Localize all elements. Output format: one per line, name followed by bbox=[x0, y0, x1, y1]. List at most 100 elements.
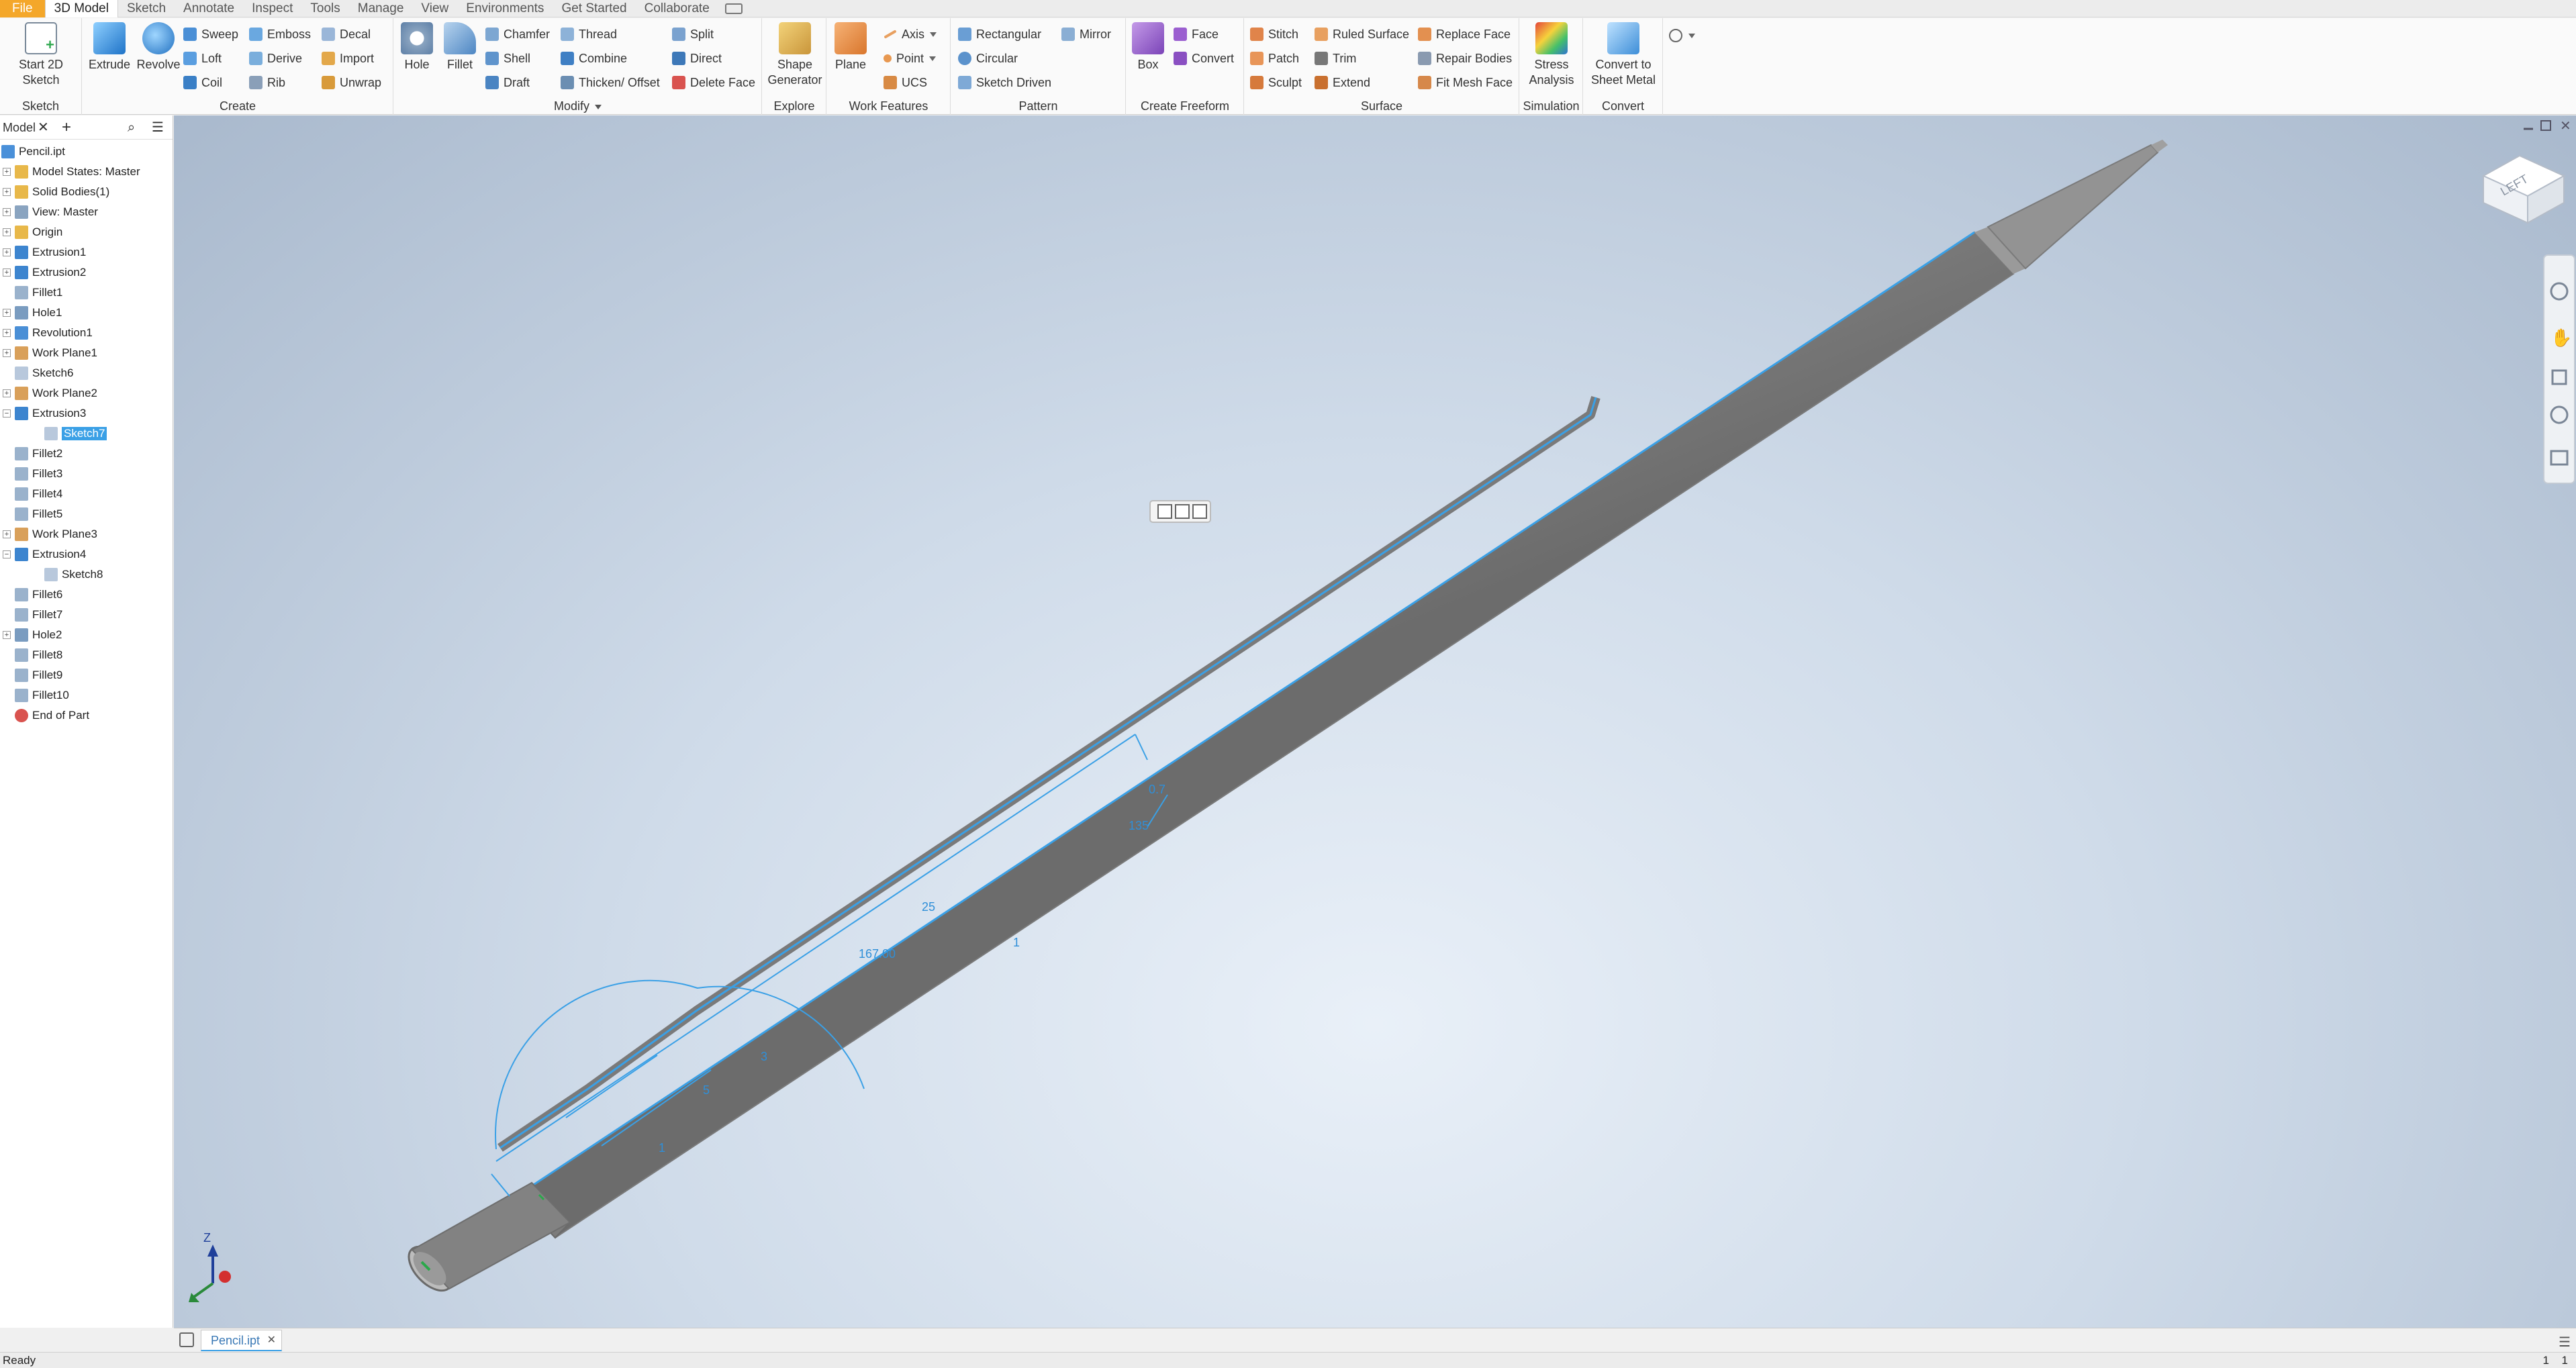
tab-annotate[interactable]: Annotate bbox=[175, 0, 243, 17]
shape-generator-button[interactable]: Shape Generator bbox=[765, 22, 824, 88]
decal-button[interactable]: Decal bbox=[322, 23, 371, 45]
tree-node[interactable]: + Hole1 bbox=[3, 303, 62, 322]
ribbon-display-options-icon[interactable] bbox=[724, 3, 743, 14]
tree-node[interactable]: Fillet3 bbox=[15, 465, 62, 483]
expand-toggle-icon[interactable]: − bbox=[3, 409, 11, 418]
tree-node[interactable]: + Work Plane3 bbox=[3, 525, 97, 544]
face-button[interactable]: Face bbox=[1174, 23, 1219, 45]
close-icon[interactable]: ✕ bbox=[38, 115, 49, 140]
tab-view[interactable]: View bbox=[412, 0, 457, 17]
tree-node[interactable]: Fillet2 bbox=[15, 444, 62, 463]
tree-node[interactable]: + View: Master bbox=[3, 203, 98, 222]
tree-node[interactable]: + Origin bbox=[3, 223, 62, 242]
tab-environments[interactable]: Environments bbox=[457, 0, 553, 17]
stress-analysis-button[interactable]: Stress Analysis bbox=[1523, 22, 1580, 88]
expand-toggle-icon[interactable]: + bbox=[3, 349, 11, 357]
expand-toggle-icon[interactable]: + bbox=[3, 389, 11, 397]
tab-tools[interactable]: Tools bbox=[301, 0, 348, 17]
pencil-body[interactable] bbox=[401, 140, 2168, 1298]
tree-node[interactable]: + Extrusion2 bbox=[3, 263, 86, 282]
tab-sketch[interactable]: Sketch bbox=[118, 0, 175, 17]
expand-toggle-icon[interactable]: + bbox=[3, 268, 11, 277]
pan-icon[interactable]: ✋ bbox=[2550, 328, 2572, 348]
menu-icon[interactable]: ☰ bbox=[2559, 1334, 2571, 1351]
maximize-icon[interactable] bbox=[2540, 120, 2551, 131]
dimension-icon[interactable] bbox=[1175, 504, 1190, 519]
tree-node[interactable]: − Extrusion3 bbox=[3, 404, 86, 423]
tree-node[interactable]: End of Part bbox=[15, 706, 89, 725]
trim-button[interactable]: Trim bbox=[1315, 48, 1356, 69]
tree-node[interactable]: + Hole2 bbox=[3, 626, 62, 644]
sketch-driven-pattern-button[interactable]: Sketch Driven bbox=[958, 72, 1051, 93]
expand-toggle-icon[interactable]: − bbox=[3, 550, 11, 558]
tab-manage[interactable]: Manage bbox=[349, 0, 413, 17]
repair-bodies-button[interactable]: Repair Bodies bbox=[1418, 48, 1512, 69]
search-icon[interactable]: ⌕ bbox=[128, 115, 135, 140]
convert-freeform-button[interactable]: Convert bbox=[1174, 48, 1234, 69]
expand-toggle-icon[interactable]: + bbox=[3, 309, 11, 317]
dimension-3[interactable]: 3 bbox=[761, 1050, 767, 1063]
chamfer-button[interactable]: Chamfer bbox=[485, 23, 550, 45]
extend-button[interactable]: Extend bbox=[1315, 72, 1370, 93]
expand-toggle-icon[interactable]: + bbox=[3, 329, 11, 337]
sculpt-button[interactable]: Sculpt bbox=[1250, 72, 1302, 93]
box-button[interactable]: Box bbox=[1129, 22, 1167, 72]
tab-inspect[interactable]: Inspect bbox=[243, 0, 301, 17]
ucs-button[interactable]: UCS bbox=[884, 72, 927, 93]
tree-node[interactable]: Fillet9 bbox=[15, 666, 62, 685]
add-tab-icon[interactable]: + bbox=[62, 115, 71, 140]
thicken-offset-button[interactable]: Thicken/ Offset bbox=[561, 72, 660, 93]
tab-collaborate[interactable]: Collaborate bbox=[636, 0, 718, 17]
tree-node[interactable]: Fillet7 bbox=[15, 605, 62, 624]
dimension-25[interactable]: 25 bbox=[922, 900, 935, 914]
graphics-viewport[interactable]: 0.7 135 25 167.00 3 5 1 1 LEFT ✋ ✕ Z bbox=[174, 115, 2576, 1328]
menu-icon[interactable]: ☰ bbox=[152, 115, 164, 140]
tree-node[interactable]: Fillet8 bbox=[15, 646, 62, 665]
split-button[interactable]: Split bbox=[672, 23, 714, 45]
fit-mesh-face-button[interactable]: Fit Mesh Face bbox=[1418, 72, 1513, 93]
tree-node[interactable]: + Work Plane1 bbox=[3, 344, 97, 362]
direct-button[interactable]: Direct bbox=[672, 48, 722, 69]
dimension-135[interactable]: 135 bbox=[1129, 819, 1149, 832]
expand-toggle-icon[interactable]: + bbox=[3, 248, 11, 256]
close-icon[interactable]: ✕ bbox=[267, 1330, 276, 1351]
tree-node[interactable]: Pencil.ipt bbox=[1, 142, 65, 161]
unwrap-button[interactable]: Unwrap bbox=[322, 72, 381, 93]
rib-button[interactable]: Rib bbox=[249, 72, 285, 93]
revolve-button[interactable]: Revolve bbox=[132, 22, 185, 72]
patch-button[interactable]: Patch bbox=[1250, 48, 1299, 69]
plane-button[interactable]: Plane bbox=[830, 22, 871, 72]
delete-face-button[interactable]: Delete Face bbox=[672, 72, 755, 93]
axis-button[interactable]: Axis bbox=[884, 23, 937, 45]
fillet-button[interactable]: Fillet bbox=[438, 22, 481, 72]
document-tab-pencil[interactable]: Pencil.ipt ✕ bbox=[201, 1330, 283, 1351]
expand-toggle-icon[interactable]: + bbox=[3, 530, 11, 538]
derive-button[interactable]: Derive bbox=[249, 48, 302, 69]
thread-button[interactable]: Thread bbox=[561, 23, 617, 45]
hole-button[interactable]: Hole bbox=[397, 22, 437, 72]
tree-node[interactable]: + Extrusion1 bbox=[3, 243, 86, 262]
emboss-button[interactable]: Emboss bbox=[249, 23, 311, 45]
tree-node[interactable]: Fillet10 bbox=[15, 686, 69, 705]
tree-node[interactable]: + Solid Bodies(1) bbox=[3, 183, 109, 201]
tree-node[interactable]: Sketch7 bbox=[44, 424, 107, 443]
expand-toggle-icon[interactable]: + bbox=[3, 228, 11, 236]
draft-button[interactable]: Draft bbox=[485, 72, 530, 93]
start-2d-sketch-button[interactable]: + Start 2D Sketch bbox=[3, 22, 79, 88]
tree-node[interactable]: + Model States: Master bbox=[3, 162, 140, 181]
constraint-icon[interactable] bbox=[1192, 504, 1207, 519]
viewcube[interactable]: LEFT bbox=[2481, 154, 2566, 224]
dimension-1a[interactable]: 1 bbox=[659, 1141, 665, 1155]
tree-node[interactable]: Fillet6 bbox=[15, 585, 62, 604]
tree-node[interactable]: + Revolution1 bbox=[3, 324, 93, 342]
tab-3d-model[interactable]: 3D Model bbox=[44, 0, 118, 17]
shell-button[interactable]: Shell bbox=[485, 48, 530, 69]
dimension-5[interactable]: 5 bbox=[703, 1083, 710, 1097]
tree-node[interactable]: + Work Plane2 bbox=[3, 384, 97, 403]
tree-node[interactable]: Fillet5 bbox=[15, 505, 62, 524]
ruled-surface-button[interactable]: Ruled Surface bbox=[1315, 23, 1409, 45]
dimension-0-7[interactable]: 0.7 bbox=[1149, 783, 1165, 796]
tab-file[interactable]: File bbox=[0, 0, 45, 17]
edit-sketch-icon[interactable] bbox=[1157, 504, 1172, 519]
dimension-1b[interactable]: 1 bbox=[1013, 936, 1020, 949]
